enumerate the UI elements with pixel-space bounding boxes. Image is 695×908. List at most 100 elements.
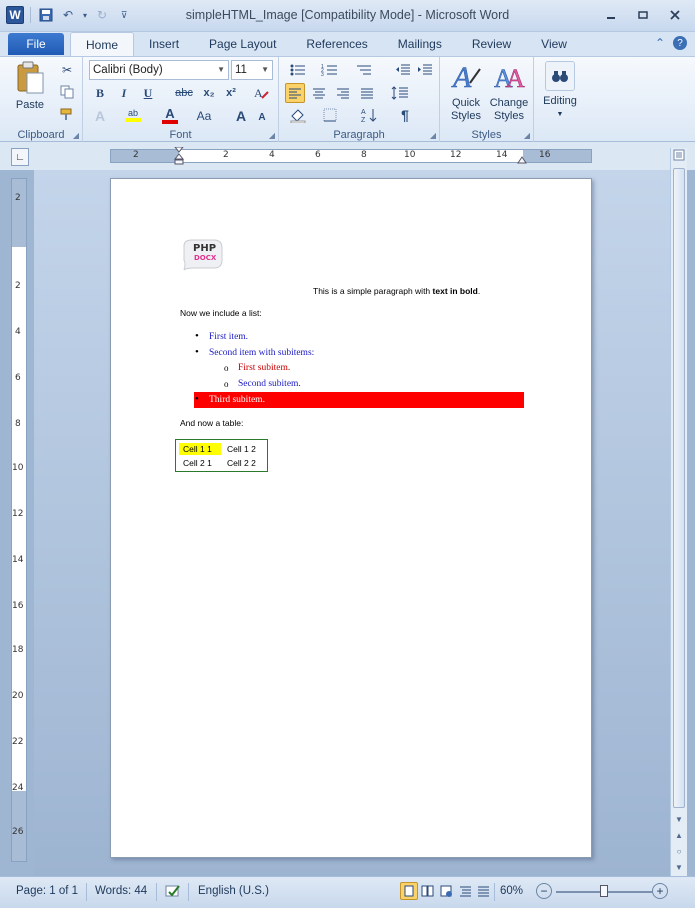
zoom-slider-thumb[interactable] bbox=[600, 885, 608, 897]
list-subitem: Second subitem. bbox=[224, 379, 301, 389]
ruler-bottom-margin bbox=[12, 791, 26, 861]
outline-view-icon[interactable] bbox=[459, 885, 473, 900]
align-left-button[interactable] bbox=[285, 83, 305, 103]
styles-label: Styles bbox=[471, 129, 502, 141]
vertical-ruler[interactable]: 2 2 4 6 8 10 12 14 16 18 20 22 24 26 bbox=[11, 178, 27, 862]
change-styles-label: Change Styles bbox=[489, 97, 529, 122]
draft-view-icon[interactable] bbox=[477, 885, 491, 900]
align-right-button[interactable] bbox=[333, 83, 353, 103]
styles-launcher-icon[interactable]: ◢ bbox=[524, 131, 530, 140]
paste-button[interactable]: Paste bbox=[10, 61, 50, 112]
tab-page-layout[interactable]: Page Layout bbox=[194, 32, 291, 56]
font-group: Calibri (Body) ▼ 11 ▼ B I U abc x₂ x² A … bbox=[83, 57, 279, 143]
font-launcher-icon[interactable]: ◢ bbox=[269, 131, 275, 140]
tab-insert[interactable]: Insert bbox=[134, 32, 194, 56]
next-page-icon[interactable]: ▼ bbox=[671, 860, 687, 874]
tab-home[interactable]: Home bbox=[70, 32, 135, 56]
document-table[interactable]: Cell 1 1 Cell 1 2 Cell 2 1 Cell 2 2 bbox=[175, 439, 268, 472]
show-formatting-marks-button[interactable]: ¶ bbox=[395, 105, 415, 125]
zoom-out-icon[interactable]: − bbox=[536, 883, 552, 899]
help-icon[interactable]: ? bbox=[673, 36, 687, 50]
php-docx-logo[interactable]: PHP DOCX bbox=[180, 238, 224, 272]
clear-formatting-icon[interactable]: A bbox=[251, 83, 271, 103]
word-count[interactable]: Words: 44 bbox=[95, 885, 147, 897]
format-painter-icon[interactable] bbox=[58, 105, 76, 123]
minimize-icon[interactable] bbox=[597, 6, 625, 24]
zoom-level[interactable]: 60% bbox=[500, 885, 523, 897]
shading-icon[interactable] bbox=[287, 105, 309, 125]
list-item: First item. bbox=[195, 330, 248, 342]
horizontal-ruler[interactable]: 2 2 4 6 8 10 12 14 16 bbox=[110, 147, 592, 165]
grow-font-button[interactable]: A bbox=[233, 107, 249, 125]
font-size-select[interactable]: 11 ▼ bbox=[231, 60, 273, 80]
scroll-down-icon[interactable]: ▼ bbox=[671, 812, 687, 826]
cut-icon[interactable]: ✂ bbox=[58, 61, 76, 79]
font-color-swatch bbox=[162, 119, 178, 124]
web-layout-icon[interactable] bbox=[440, 885, 454, 900]
chevron-down-icon: ▼ bbox=[556, 111, 564, 118]
scroll-thumb[interactable] bbox=[673, 168, 685, 808]
bullets-icon[interactable] bbox=[287, 61, 309, 79]
superscript-button[interactable]: x² bbox=[221, 84, 241, 102]
clipboard-launcher-icon[interactable]: ◢ bbox=[73, 131, 79, 140]
multilevel-list-icon[interactable] bbox=[353, 61, 375, 79]
bold-button[interactable]: B bbox=[91, 84, 109, 102]
justify-button[interactable] bbox=[357, 83, 377, 103]
view-ruler-icon[interactable] bbox=[671, 148, 687, 162]
table-cell: Cell 2 1 bbox=[183, 458, 212, 468]
decrease-indent-icon[interactable] bbox=[393, 61, 413, 79]
proofing-icon[interactable] bbox=[164, 883, 182, 902]
previous-page-icon[interactable]: ▲ bbox=[671, 828, 687, 842]
text-effects-icon[interactable]: A bbox=[91, 107, 109, 125]
zoom-slider-track[interactable] bbox=[556, 885, 652, 897]
ruler-number: 12 bbox=[450, 150, 462, 160]
page-count[interactable]: Page: 1 of 1 bbox=[16, 885, 78, 897]
tab-mailings[interactable]: Mailings bbox=[383, 32, 457, 56]
numbering-icon[interactable]: 123 bbox=[319, 61, 341, 79]
line-spacing-icon[interactable] bbox=[389, 83, 411, 103]
logo-text-php: PHP bbox=[193, 243, 217, 254]
restore-icon[interactable] bbox=[629, 6, 657, 24]
language-indicator[interactable]: English (U.S.) bbox=[198, 885, 269, 897]
quick-styles-button[interactable]: A Quick Styles bbox=[446, 59, 486, 123]
ribbon-tabs: Home Insert Page Layout References Maili… bbox=[70, 32, 582, 56]
highlight-button[interactable]: ab bbox=[121, 105, 145, 125]
ruler-number: 12 bbox=[12, 509, 24, 519]
tab-references[interactable]: References bbox=[291, 32, 382, 56]
print-layout-view-icon[interactable] bbox=[400, 882, 418, 900]
minimize-ribbon-icon[interactable]: ⌃ bbox=[655, 36, 665, 50]
tab-view[interactable]: View bbox=[526, 32, 582, 56]
strikethrough-button[interactable]: abc bbox=[173, 84, 195, 102]
font-size-value: 11 bbox=[235, 64, 247, 76]
full-screen-reading-icon[interactable] bbox=[421, 885, 435, 900]
change-styles-button[interactable]: AA Change Styles bbox=[488, 59, 530, 123]
vertical-scrollbar[interactable]: ▼ ▲ ○ ▼ bbox=[670, 148, 687, 876]
shrink-font-button[interactable]: A bbox=[255, 109, 269, 125]
right-indent-marker-icon[interactable] bbox=[517, 154, 527, 164]
font-family-select[interactable]: Calibri (Body) ▼ bbox=[89, 60, 229, 80]
italic-button[interactable]: I bbox=[115, 84, 133, 102]
tab-review[interactable]: Review bbox=[457, 32, 526, 56]
font-color-button[interactable]: A bbox=[159, 105, 181, 125]
status-separator bbox=[86, 883, 87, 901]
document-page[interactable] bbox=[110, 178, 592, 858]
ruler-left-margin bbox=[111, 150, 179, 162]
tab-file[interactable]: File bbox=[8, 33, 64, 55]
subscript-button[interactable]: x₂ bbox=[199, 84, 219, 102]
borders-icon[interactable] bbox=[319, 105, 341, 125]
underline-button[interactable]: U bbox=[139, 84, 157, 102]
zoom-in-icon[interactable]: + bbox=[652, 883, 668, 899]
indent-marker-icon[interactable] bbox=[174, 147, 184, 165]
sort-icon[interactable]: AZ bbox=[359, 105, 379, 125]
align-center-button[interactable] bbox=[309, 83, 329, 103]
select-browse-object-icon[interactable]: ○ bbox=[671, 844, 687, 858]
paragraph-launcher-icon[interactable]: ◢ bbox=[430, 131, 436, 140]
change-case-button[interactable]: Aa bbox=[193, 107, 215, 125]
copy-icon[interactable] bbox=[58, 83, 76, 101]
editing-button[interactable]: Editing ▼ bbox=[538, 61, 582, 121]
close-icon[interactable] bbox=[661, 6, 689, 24]
table-intro-text: And now a table: bbox=[180, 418, 244, 428]
increase-indent-icon[interactable] bbox=[415, 61, 435, 79]
tab-selector-icon[interactable]: ∟ bbox=[11, 148, 29, 166]
tab-right-controls: ⌃ ? bbox=[655, 36, 687, 50]
